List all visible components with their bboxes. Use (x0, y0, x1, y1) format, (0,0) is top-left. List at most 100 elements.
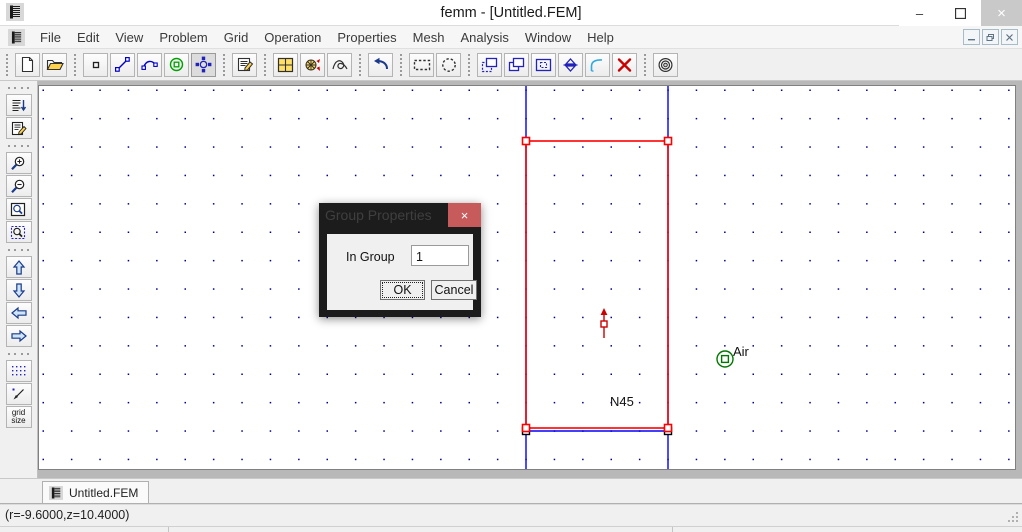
window-title: femm - [Untitled.FEM] (440, 5, 582, 21)
in-group-input[interactable] (411, 245, 469, 266)
zoom-out-icon[interactable] (5, 175, 32, 197)
status-cell-2 (672, 527, 673, 532)
block-label-n45[interactable]: N45 (610, 394, 634, 409)
menu-window[interactable]: Window (517, 26, 579, 49)
document-tab-strip: Untitled.FEM (0, 478, 1022, 504)
purge-mesh-icon[interactable] (653, 52, 678, 77)
copy-icon[interactable] (477, 52, 502, 77)
group-select-icon[interactable] (191, 52, 216, 77)
delete-icon[interactable] (612, 52, 637, 77)
pan-down-icon[interactable] (5, 279, 32, 301)
block-label-air-marker (716, 350, 734, 368)
new-document-icon[interactable] (15, 52, 40, 77)
close-button[interactable]: × (981, 0, 1022, 26)
menu-problem[interactable]: Problem (151, 26, 215, 49)
femm-application-window: femm - [Untitled.FEM] – × File Edit View… (0, 0, 1022, 532)
minimize-button[interactable]: – (899, 0, 940, 26)
menu-mesh[interactable]: Mesh (405, 26, 453, 49)
grid-size-icon[interactable]: grid size (5, 406, 32, 428)
scale-icon[interactable] (531, 52, 556, 77)
cancel-button[interactable]: Cancel (431, 280, 477, 300)
toolbar-grip-7[interactable] (465, 53, 474, 76)
pan-right-icon[interactable] (5, 325, 32, 347)
mdi-restore-button[interactable] (982, 29, 999, 45)
menu-operation[interactable]: Operation (256, 26, 329, 49)
sidebar-grip-4[interactable] (6, 350, 32, 358)
main-title-bar: femm - [Untitled.FEM] – × (0, 0, 1022, 26)
cursor-coordinates: (r=-9.6000,z=10.4000) (5, 508, 130, 522)
edit-note-icon[interactable] (5, 117, 32, 139)
document-canvas-frame[interactable]: N45 Air (38, 85, 1016, 470)
move-translate-icon[interactable] (504, 52, 529, 77)
toolbar-grip-6[interactable] (397, 53, 406, 76)
menu-help[interactable]: Help (579, 26, 622, 49)
menu-view[interactable]: View (107, 26, 151, 49)
mdi-minimize-button[interactable] (963, 29, 980, 45)
run-analysis-icon[interactable] (300, 52, 325, 77)
toolbar-grip-2[interactable] (71, 53, 80, 76)
create-mesh-icon[interactable] (273, 52, 298, 77)
list-sort-icon[interactable] (5, 94, 32, 116)
status-cell-1 (168, 527, 169, 532)
select-circle-icon[interactable] (436, 52, 461, 77)
sidebar-grip[interactable] (6, 84, 32, 92)
toolbar-grip-4[interactable] (261, 53, 270, 76)
grid-size-label-line2: size (11, 416, 26, 425)
selected-nodes (521, 136, 673, 433)
selected-geometry (525, 140, 669, 429)
zoom-window-icon[interactable] (5, 221, 32, 243)
toolbar-grip-3[interactable] (220, 53, 229, 76)
menu-item-list: File Edit View Problem Grid Operation Pr… (32, 26, 622, 49)
window-controls: – × (899, 0, 1022, 26)
toolbar-grip[interactable] (3, 53, 12, 76)
menu-properties[interactable]: Properties (329, 26, 404, 49)
maximize-button[interactable] (940, 0, 981, 26)
pan-up-icon[interactable] (5, 256, 32, 278)
undo-icon[interactable] (368, 52, 393, 77)
view-toolbar: grid size (0, 81, 38, 478)
open-folder-icon[interactable] (42, 52, 67, 77)
edit-properties-icon[interactable] (232, 52, 257, 77)
zoom-natural-icon[interactable] (5, 198, 32, 220)
status-bar: (r=-9.6000,z=10.4000) (0, 504, 1022, 532)
add-node-icon[interactable] (83, 52, 108, 77)
femm-document-icon (49, 486, 63, 500)
toggle-grid-icon[interactable] (5, 360, 32, 382)
menu-analysis[interactable]: Analysis (452, 26, 516, 49)
mdi-client-area: grid size N45 Air (0, 81, 1022, 478)
group-properties-dialog[interactable]: Group Properties × In Group OK Cancel (319, 203, 481, 317)
sidebar-grip-2[interactable] (6, 142, 32, 150)
block-label-n45-marker (600, 308, 608, 338)
mdi-child-controls (963, 29, 1018, 45)
drawing-canvas[interactable]: N45 Air (39, 86, 1015, 469)
add-segment-icon[interactable] (110, 52, 135, 77)
add-arc-icon[interactable] (137, 52, 162, 77)
dialog-body: In Group OK Cancel (327, 234, 477, 310)
snap-to-grid-icon[interactable] (5, 383, 32, 405)
dialog-close-button[interactable]: × (448, 203, 481, 227)
toolbar-grip-8[interactable] (641, 53, 650, 76)
document-icon[interactable] (8, 29, 25, 46)
select-rectangle-icon[interactable] (409, 52, 434, 77)
view-results-icon[interactable] (327, 52, 352, 77)
in-group-label: In Group (346, 250, 395, 264)
toolbar-grip-5[interactable] (356, 53, 365, 76)
menu-edit[interactable]: Edit (69, 26, 107, 49)
menu-bar: File Edit View Problem Grid Operation Pr… (0, 26, 1022, 49)
canvas-graphics (42, 86, 1010, 469)
mdi-close-button[interactable] (1001, 29, 1018, 45)
menu-file[interactable]: File (32, 26, 69, 49)
rotate-icon[interactable] (585, 52, 610, 77)
zoom-in-icon[interactable] (5, 152, 32, 174)
menu-grid[interactable]: Grid (216, 26, 257, 49)
pan-left-icon[interactable] (5, 302, 32, 324)
resize-grip[interactable] (1004, 508, 1020, 524)
ok-button[interactable]: OK (380, 280, 425, 300)
tab-untitled-fem[interactable]: Untitled.FEM (42, 481, 150, 504)
block-label-air[interactable]: Air (733, 344, 749, 359)
main-toolbar (0, 49, 1022, 81)
unselected-geometry (525, 86, 669, 469)
add-block-label-icon[interactable] (164, 52, 189, 77)
sidebar-grip-3[interactable] (6, 246, 32, 254)
mirror-icon[interactable] (558, 52, 583, 77)
